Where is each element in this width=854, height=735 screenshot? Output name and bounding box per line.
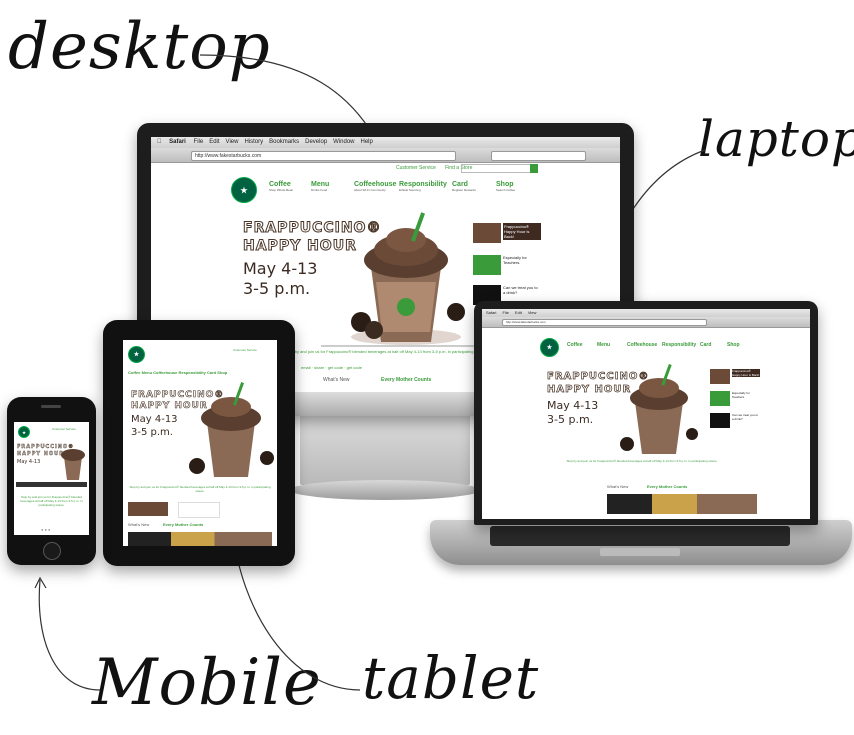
desktop-whats-new: What's New xyxy=(323,377,350,383)
laptop-side-item-2[interactable]: Especially for Teachers. xyxy=(732,391,760,399)
phone-speaker xyxy=(41,405,61,408)
desktop-search-field[interactable] xyxy=(491,151,586,161)
laptop-whats-new: What's New xyxy=(607,484,629,489)
laptop-every-mother[interactable]: Every Mother Counts xyxy=(647,484,687,489)
nav-shop[interactable]: Shop Search Coffee xyxy=(496,181,515,192)
apple-icon:  xyxy=(157,139,162,145)
phone-promo-date: May 4-13 xyxy=(17,459,41,465)
nav-responsibility[interactable]: Responsibility Ethical Sourcing xyxy=(399,181,447,192)
side-item-1[interactable]: Frappuccino® Happy Hour is Back! xyxy=(503,223,541,240)
phone-logo[interactable]: ★ xyxy=(18,426,30,438)
promo-date: May 4-13 xyxy=(243,259,318,278)
laptop-logo[interactable]: ★ xyxy=(540,338,559,357)
laptop-promo-date: May 4-13 xyxy=(547,399,599,412)
desktop-video-progress[interactable] xyxy=(321,345,481,347)
tablet-device: ★ Customer Service Coffee Menu Coffeehou… xyxy=(103,320,295,566)
phone-screen: ★ Customer Service FRAPPUCCINO® HAPPY HO… xyxy=(14,417,89,535)
tablet-frappuccino-image xyxy=(189,382,274,477)
side-thumb-2[interactable] xyxy=(473,255,501,275)
laptop-keyboard xyxy=(490,526,790,546)
promo-title-line2: HAPPY HOUR xyxy=(243,238,357,255)
monitor-base xyxy=(290,480,480,500)
laptop-nav-shop[interactable]: Shop xyxy=(727,342,740,348)
nav-card[interactable]: Card Register Rewards xyxy=(452,181,476,192)
phone-frappuccino-image xyxy=(61,449,85,480)
tablet-every-mother[interactable]: Every Mother Counts xyxy=(163,522,203,527)
tablet-nav[interactable]: Coffee Menu Coffeehouse Responsibility C… xyxy=(128,370,227,375)
desktop-url-field[interactable]: http://www.fakestarbucks.com xyxy=(191,151,456,161)
phone-video-bar[interactable] xyxy=(16,482,87,487)
laptop-url-field[interactable]: http://www.fakestarbucks.com xyxy=(502,319,707,326)
desktop-toolbar: http://www.fakestarbucks.com xyxy=(151,148,620,163)
laptop-promo-time: 3-5 p.m. xyxy=(547,413,594,426)
nav-menu[interactable]: Menu Drinks Food xyxy=(311,181,329,192)
desktop-share-row: email · share · get code · get code xyxy=(301,365,362,370)
laptop-screen: Safari File Edit View http://www.fakestarbu… xyxy=(482,309,810,519)
side-thumb-1[interactable] xyxy=(473,223,501,243)
laptop-caption: Stop by and join us for Frappuccino® ble… xyxy=(566,459,718,463)
laptop-nav-coffeehouse[interactable]: Coffeehouse xyxy=(627,342,657,348)
desktop-caption: Stop by and join us for Frappuccino® ble… xyxy=(285,349,487,354)
desktop-search-box[interactable] xyxy=(461,164,531,173)
nav-coffee[interactable]: Coffee Shop Whole Bean xyxy=(269,181,293,192)
desktop-search-button[interactable] xyxy=(530,164,538,173)
tablet-whats-new: What's New xyxy=(128,522,150,527)
starbucks-logo[interactable]: ★ xyxy=(231,177,257,203)
tablet-promo-date: May 4-13 xyxy=(131,414,178,425)
customer-service-link[interactable]: Customer Service xyxy=(396,165,436,171)
phone-home-button[interactable] xyxy=(43,542,61,560)
side-item-3[interactable]: Can we treat you to a drink? xyxy=(503,285,539,295)
phone-caption: Stop by and join us for Frappuccino® ble… xyxy=(20,495,83,507)
tablet-caption: Stop by and join us for Frappuccino® ble… xyxy=(129,485,271,493)
tablet-screen: ★ Customer Service Coffee Menu Coffeehou… xyxy=(123,340,277,546)
laptop-nav-menu[interactable]: Menu xyxy=(597,342,610,348)
desktop-every-mother[interactable]: Every Mother Counts xyxy=(381,377,431,383)
laptop-nav-responsibility[interactable]: Responsibility xyxy=(662,342,696,348)
tablet-promo-time: 3-5 p.m. xyxy=(131,427,173,438)
promo-time: 3-5 p.m. xyxy=(243,279,311,298)
laptop-nav-card[interactable]: Card xyxy=(700,342,711,348)
nav-coffeehouse[interactable]: Coffeehouse About Wi-Fi Community xyxy=(354,181,396,192)
laptop-trackpad xyxy=(600,548,680,556)
side-item-2[interactable]: Especially for Teachers. xyxy=(503,255,539,265)
laptop-base xyxy=(430,520,852,565)
laptop-side-item-3[interactable]: Can we treat you to a drink? xyxy=(732,413,760,421)
frappuccino-image xyxy=(351,212,465,345)
laptop-side-item-1[interactable]: Frappuccino® Happy Hour is Back! xyxy=(732,369,760,377)
mobile-arrow-head xyxy=(34,576,47,589)
phone-device: ★ Customer Service FRAPPUCCINO® HAPPY HO… xyxy=(7,397,96,565)
tablet-logo[interactable]: ★ xyxy=(128,346,145,363)
laptop-lid: Safari File Edit View http://www.fakestarbu… xyxy=(474,301,818,525)
laptop-frappuccino-image xyxy=(620,364,698,454)
phone-page-dots[interactable]: ● ● ● xyxy=(41,527,50,532)
laptop-nav-coffee[interactable]: Coffee xyxy=(567,342,583,348)
mobile-arrow xyxy=(38,579,101,691)
